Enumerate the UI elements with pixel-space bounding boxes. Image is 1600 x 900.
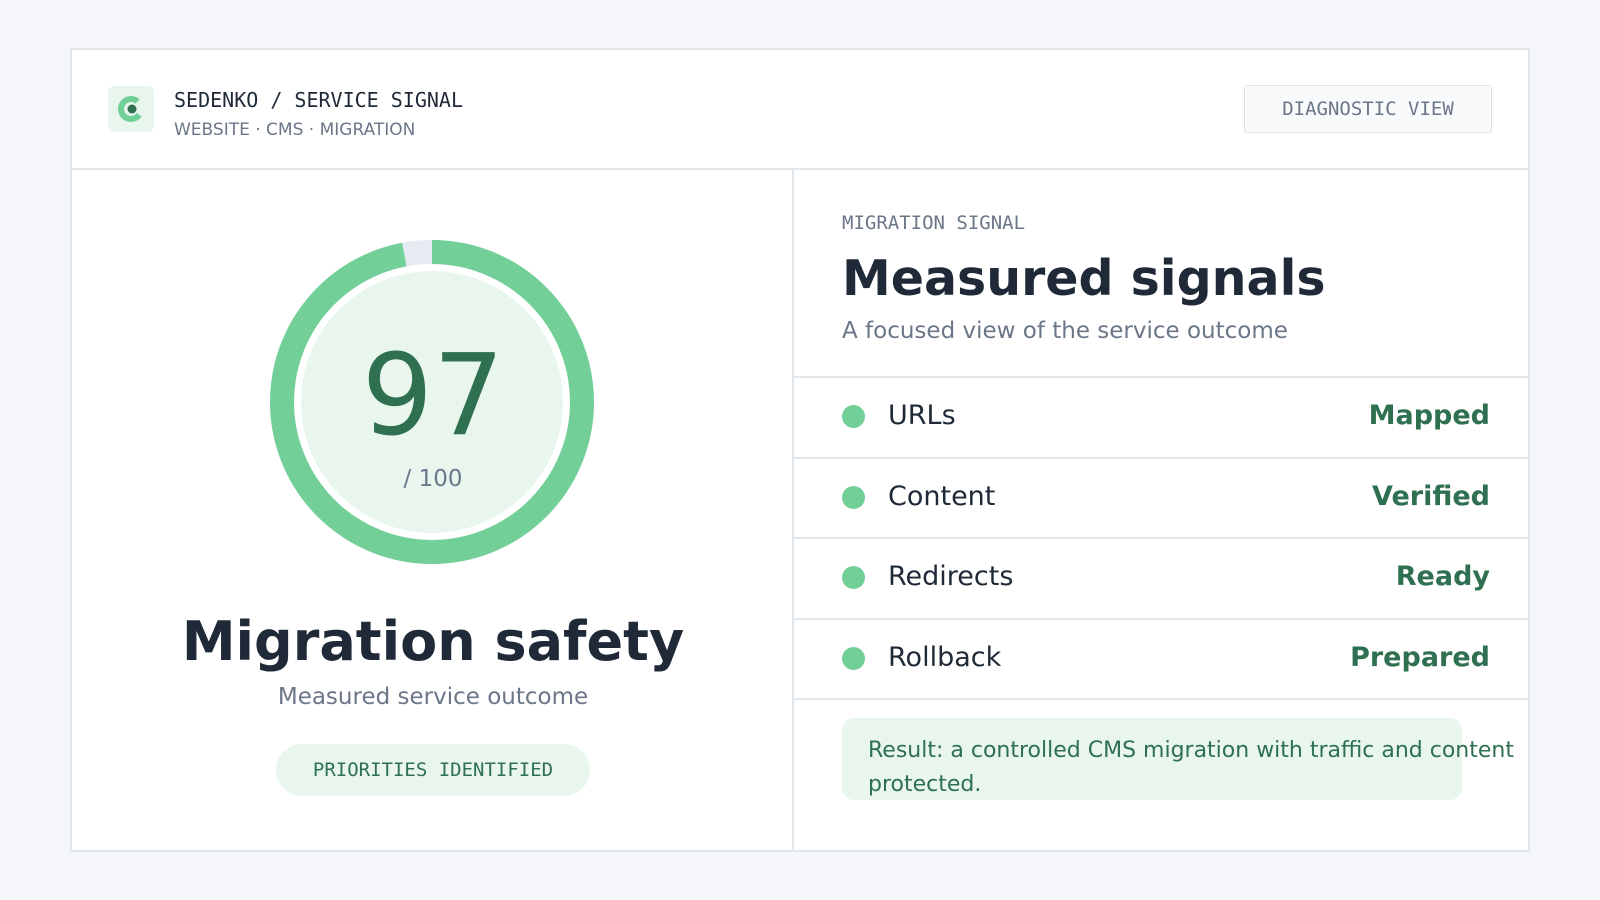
status-dot-icon [842,405,865,428]
result-callout: Result: a controlled CMS migration with … [842,718,1514,800]
signal-row-rollback: Rollback Prepared [794,620,1530,700]
signal-label: Redirects [888,561,1014,592]
status-dot-icon [842,485,865,509]
section-title: Measured signals [842,250,1326,307]
signal-list: URLs Mapped Content Verified Redirects R… [794,376,1530,700]
signal-card: SEDENKO / SERVICE SIGNAL WEBSITE · CMS ·… [70,48,1530,852]
section-eyebrow: MIGRATION SIGNAL [842,212,1026,234]
metric-subtitle: Measured service outcome [277,684,589,710]
signal-label: Rollback [888,641,1002,673]
status-dot-icon [842,646,865,670]
signal-row-redirects: Redirects Ready [794,539,1530,620]
signal-row-content: Content Verified [794,459,1530,539]
result-text-line-1: Result: a controlled CMS migration with … [868,738,1514,763]
brand-subtitle: WEBSITE · CMS · MIGRATION [174,120,416,140]
signal-value: Verified [1372,480,1490,512]
card-header: SEDENKO / SERVICE SIGNAL WEBSITE · CMS ·… [72,50,1528,170]
logo-icon [108,86,154,132]
metric-title: Migration safety [181,610,685,673]
section-subtitle: A focused view of the service outcome [842,318,1288,344]
signal-value: Prepared [1350,641,1490,673]
score-max: / 100 [403,466,463,492]
signal-row-urls: URLs Mapped [794,378,1530,459]
signal-label: Content [888,480,996,512]
result-text-line-2: protected. [868,772,982,797]
brand-title: SEDENKO / SERVICE SIGNAL [174,88,463,112]
status-dot-icon [842,566,865,589]
signals-panel: MIGRATION SIGNAL Measured signals A focu… [794,170,1530,852]
score-panel: 97 / 100 Migration safety Measured servi… [72,170,794,852]
score-value: 97 [361,331,505,461]
status-badge: PRIORITIES IDENTIFIED [276,744,590,796]
signal-label: URLs [888,400,956,431]
diagnostic-view-button[interactable]: DIAGNOSTIC VIEW [1244,85,1492,133]
signal-value: Mapped [1368,400,1490,431]
signal-value: Ready [1395,561,1490,592]
